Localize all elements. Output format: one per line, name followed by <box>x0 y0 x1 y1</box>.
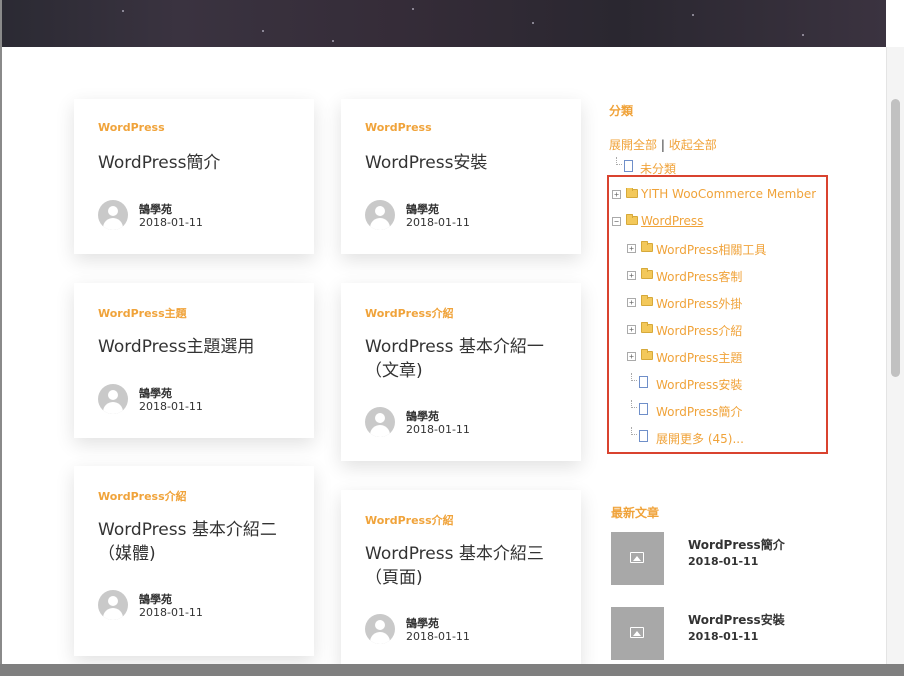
post-author: 鵠學苑 <box>139 593 172 606</box>
recent-posts-heading: 最新文章 <box>611 506 660 520</box>
recent-post-thumbnail[interactable] <box>611 607 664 660</box>
post-title[interactable]: WordPress 基本介紹三（頁面) <box>365 542 555 590</box>
post-card[interactable]: WordPress介紹 WordPress 基本介紹三（頁面) 鵠學苑 2018… <box>341 490 581 664</box>
highlight-annotation-box <box>607 175 828 454</box>
post-date: 2018-01-11 <box>406 216 470 229</box>
post-author: 鵠學苑 <box>406 617 439 630</box>
recent-post-thumbnail[interactable] <box>611 532 664 585</box>
vertical-scrollbar[interactable] <box>886 47 904 664</box>
post-author: 鵠學苑 <box>406 410 439 423</box>
post-card[interactable]: WordPress WordPress簡介 鵠學苑 2018-01-11 <box>74 99 314 254</box>
post-date: 2018-01-11 <box>139 216 203 229</box>
hero-banner-image <box>2 0 886 47</box>
avatar <box>365 614 395 644</box>
post-card[interactable]: WordPress介紹 WordPress 基本介紹二（媒體) 鵠學苑 2018… <box>74 466 314 656</box>
post-title[interactable]: WordPress安裝 <box>365 151 563 175</box>
avatar <box>365 200 395 230</box>
post-date: 2018-01-11 <box>139 400 203 413</box>
post-title[interactable]: WordPress 基本介紹二（媒體) <box>98 518 288 566</box>
image-placeholder-icon <box>630 552 644 563</box>
expand-all-link[interactable]: 展開全部 <box>609 138 657 152</box>
post-category[interactable]: WordPress主題 <box>98 305 187 321</box>
post-title[interactable]: WordPress 基本介紹一（文章) <box>365 335 555 383</box>
recent-post-title[interactable]: WordPress簡介 <box>688 536 785 553</box>
collapse-all-link[interactable]: 收起全部 <box>669 138 717 152</box>
recent-post-date: 2018-01-11 <box>688 630 759 643</box>
post-date: 2018-01-11 <box>139 606 203 619</box>
post-card[interactable]: WordPress WordPress安裝 鵠學苑 2018-01-11 <box>341 99 581 254</box>
avatar <box>98 200 128 230</box>
post-category[interactable]: WordPress <box>98 121 165 134</box>
window-edge <box>886 0 904 47</box>
avatar <box>98 590 128 620</box>
link-separator: | <box>660 138 665 152</box>
image-placeholder-icon <box>630 627 644 638</box>
scrollbar-thumb[interactable] <box>891 99 900 377</box>
post-author: 鵠學苑 <box>139 387 172 400</box>
avatar <box>98 384 128 414</box>
post-category[interactable]: WordPress介紹 <box>365 512 454 528</box>
recent-post-title[interactable]: WordPress安裝 <box>688 611 785 628</box>
expand-collapse-links: 展開全部 | 收起全部 <box>609 136 717 153</box>
post-title[interactable]: WordPress簡介 <box>98 151 296 175</box>
post-date: 2018-01-11 <box>406 630 470 643</box>
post-category[interactable]: WordPress <box>365 121 432 134</box>
browser-page: WordPress WordPress簡介 鵠學苑 2018-01-11 Wor… <box>2 0 886 664</box>
window-bottom-edge <box>0 664 904 676</box>
post-card[interactable]: WordPress主題 WordPress主題選用 鵠學苑 2018-01-11 <box>74 283 314 438</box>
categories-heading: 分類 <box>609 104 634 118</box>
post-category[interactable]: WordPress介紹 <box>365 305 454 321</box>
post-category[interactable]: WordPress介紹 <box>98 488 187 504</box>
avatar <box>365 407 395 437</box>
recent-post-date: 2018-01-11 <box>688 555 759 568</box>
post-card[interactable]: WordPress介紹 WordPress 基本介紹一（文章) 鵠學苑 2018… <box>341 283 581 461</box>
post-title[interactable]: WordPress主題選用 <box>98 335 296 359</box>
post-date: 2018-01-11 <box>406 423 470 436</box>
post-author: 鵠學苑 <box>139 203 172 216</box>
post-author: 鵠學苑 <box>406 203 439 216</box>
page-icon <box>624 160 633 172</box>
